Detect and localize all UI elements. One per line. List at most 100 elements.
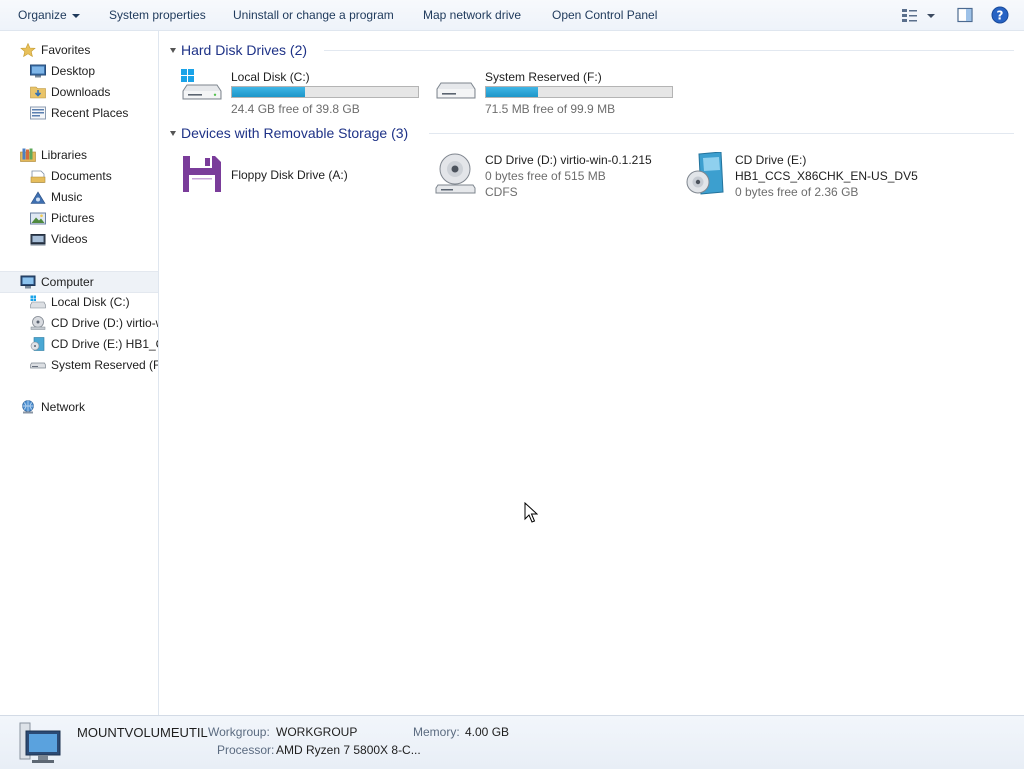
drive-name-cd-drive-d: CD Drive (D:) virtio-win-0.1.215 bbox=[485, 153, 652, 167]
free-space-local-disk-c: 24.4 GB free of 39.8 GB bbox=[231, 102, 360, 116]
processor-value: AMD Ryzen 7 5800X 8-C... bbox=[276, 743, 421, 757]
nav-recent-places-label: Recent Places bbox=[51, 106, 129, 120]
processor-label: Processor: bbox=[217, 743, 275, 757]
drive-tile-floppy-a[interactable]: Floppy Disk Drive (A:) bbox=[181, 152, 431, 206]
libraries-icon bbox=[20, 148, 36, 162]
nav-cd-drive-d-label: CD Drive (D:) virtio-win-0.1.215 bbox=[51, 316, 158, 330]
nav-recent-places[interactable]: Recent Places bbox=[30, 103, 158, 123]
usage-fill-system-reserved-f bbox=[486, 87, 539, 97]
nav-videos-label: Videos bbox=[51, 232, 88, 246]
nav-local-disk-c-label: Local Disk (C:) bbox=[51, 295, 130, 309]
nav-downloads[interactable]: Downloads bbox=[30, 82, 158, 102]
system-properties-button[interactable]: System properties bbox=[109, 0, 206, 30]
memory-label: Memory: bbox=[413, 725, 460, 739]
drive-tile-cd-drive-e[interactable]: CD Drive (E:) HB1_CCS_X86CHK_EN-US_DV5 0… bbox=[685, 152, 1015, 206]
details-pane: MOUNTVOLUMEUTIL Workgroup: WORKGROUP Mem… bbox=[0, 715, 1024, 769]
nav-cd-drive-e-label: CD Drive (E:) HB1_CCS_X86CHK_EN-US_DV5 bbox=[51, 337, 158, 351]
cd-drive-icon bbox=[30, 316, 46, 330]
nav-cd-drive-d[interactable]: CD Drive (D:) virtio-win-0.1.215 bbox=[30, 313, 158, 333]
nav-cd-drive-e[interactable]: CD Drive (E:) HB1_CCS_X86CHK_EN-US_DV5 bbox=[30, 334, 158, 354]
desktop-icon bbox=[30, 64, 46, 78]
drive-name-floppy-a: Floppy Disk Drive (A:) bbox=[231, 168, 348, 182]
usage-bar-system-reserved-f bbox=[485, 86, 673, 98]
nav-favorites-label: Favorites bbox=[41, 43, 91, 57]
floppy-disk-icon bbox=[183, 156, 221, 192]
nav-pictures-label: Pictures bbox=[51, 211, 95, 225]
computer-icon bbox=[20, 275, 36, 289]
view-options-icon bbox=[902, 9, 935, 22]
install-disc-icon bbox=[30, 337, 45, 351]
local-disk-icon bbox=[30, 295, 46, 309]
help-button[interactable]: ? bbox=[991, 6, 1009, 27]
nav-music-label: Music bbox=[51, 190, 83, 204]
install-disc-icon bbox=[686, 152, 724, 195]
nav-favorites[interactable]: Favorites bbox=[20, 40, 158, 60]
drive-tile-cd-drive-d[interactable]: CD Drive (D:) virtio-win-0.1.215 0 bytes… bbox=[435, 152, 685, 206]
nav-desktop[interactable]: Desktop bbox=[30, 61, 158, 81]
navigation-pane: Favorites Desktop Downloads Recent Place… bbox=[0, 31, 159, 715]
collapse-arrow-icon bbox=[170, 131, 176, 136]
computer-icon bbox=[19, 722, 61, 763]
local-disk-icon bbox=[181, 69, 222, 100]
group-divider bbox=[429, 133, 1014, 134]
nav-libraries-label: Libraries bbox=[41, 148, 88, 162]
change-view-button[interactable] bbox=[901, 7, 941, 26]
group-title-removable-storage: Devices with Removable Storage (3) bbox=[181, 125, 409, 141]
nav-downloads-label: Downloads bbox=[51, 85, 111, 99]
nav-pictures[interactable]: Pictures bbox=[30, 208, 158, 228]
pictures-icon bbox=[30, 212, 46, 225]
drive-name-cd-drive-e: CD Drive (E:) bbox=[735, 153, 807, 167]
workgroup-value: WORKGROUP bbox=[276, 725, 358, 739]
drive-name-local-disk-c: Local Disk (C:) bbox=[231, 70, 310, 84]
cd-drive-icon bbox=[435, 153, 476, 194]
open-control-panel-button[interactable]: Open Control Panel bbox=[552, 0, 657, 30]
memory-value: 4.00 GB bbox=[465, 725, 510, 739]
network-icon bbox=[22, 400, 34, 414]
svg-text:?: ? bbox=[997, 9, 1004, 23]
nav-network[interactable]: Network bbox=[20, 397, 158, 417]
nav-libraries[interactable]: Libraries bbox=[20, 145, 158, 165]
drive-icon bbox=[30, 362, 46, 369]
chevron-down-icon bbox=[71, 13, 80, 18]
drive-tile-local-disk-c[interactable]: Local Disk (C:) 24.4 GB free of 39.8 GB bbox=[181, 69, 431, 123]
nav-documents-label: Documents bbox=[51, 169, 112, 183]
nav-videos[interactable]: Videos bbox=[30, 229, 158, 249]
organize-button[interactable]: Organize bbox=[18, 0, 80, 30]
group-title-hard-disk-drives: Hard Disk Drives (2) bbox=[181, 42, 308, 58]
free-space-system-reserved-f: 71.5 MB free of 99.9 MB bbox=[485, 102, 616, 116]
preview-pane-icon bbox=[957, 7, 973, 23]
command-bar: Organize System properties Uninstall or … bbox=[0, 0, 1024, 31]
music-icon bbox=[30, 191, 46, 204]
recent-places-icon bbox=[30, 106, 46, 120]
nav-desktop-label: Desktop bbox=[51, 64, 96, 78]
workgroup-label: Workgroup: bbox=[208, 725, 270, 739]
star-icon bbox=[20, 43, 36, 57]
free-space-cd-drive-e: 0 bytes free of 2.36 GB bbox=[735, 185, 859, 199]
mouse-cursor-icon bbox=[524, 502, 538, 523]
organize-label: Organize bbox=[18, 8, 67, 22]
nav-documents[interactable]: Documents bbox=[30, 166, 158, 186]
usage-bar-local-disk-c bbox=[231, 86, 419, 98]
file-system-cd-drive-d: CDFS bbox=[485, 185, 518, 199]
help-icon: ? bbox=[991, 6, 1009, 24]
nav-local-disk-c[interactable]: Local Disk (C:) bbox=[30, 292, 158, 312]
content-area: Hard Disk Drives (2) Local Disk (C:) 24.… bbox=[159, 31, 1024, 715]
nav-computer-label: Computer bbox=[41, 275, 94, 289]
group-divider bbox=[324, 50, 1014, 51]
volume-label-cd-drive-e: HB1_CCS_X86CHK_EN-US_DV5 bbox=[735, 169, 918, 183]
collapse-arrow-icon bbox=[170, 48, 176, 53]
nav-computer[interactable]: Computer bbox=[0, 271, 158, 293]
drive-tile-system-reserved-f[interactable]: System Reserved (F:) 71.5 MB free of 99.… bbox=[435, 69, 685, 123]
free-space-cd-drive-d: 0 bytes free of 515 MB bbox=[485, 169, 606, 183]
videos-icon bbox=[30, 234, 46, 246]
map-network-drive-button[interactable]: Map network drive bbox=[423, 0, 521, 30]
nav-system-reserved-f[interactable]: System Reserved (F:) bbox=[30, 355, 158, 375]
nav-music[interactable]: Music bbox=[30, 187, 158, 207]
uninstall-program-button[interactable]: Uninstall or change a program bbox=[233, 0, 394, 30]
preview-pane-button[interactable] bbox=[957, 7, 973, 26]
computer-name: MOUNTVOLUMEUTIL bbox=[77, 725, 208, 740]
usage-fill-local-disk-c bbox=[232, 87, 305, 97]
drive-icon bbox=[436, 82, 476, 99]
drive-name-system-reserved-f: System Reserved (F:) bbox=[485, 70, 602, 84]
nav-network-label: Network bbox=[41, 400, 86, 414]
